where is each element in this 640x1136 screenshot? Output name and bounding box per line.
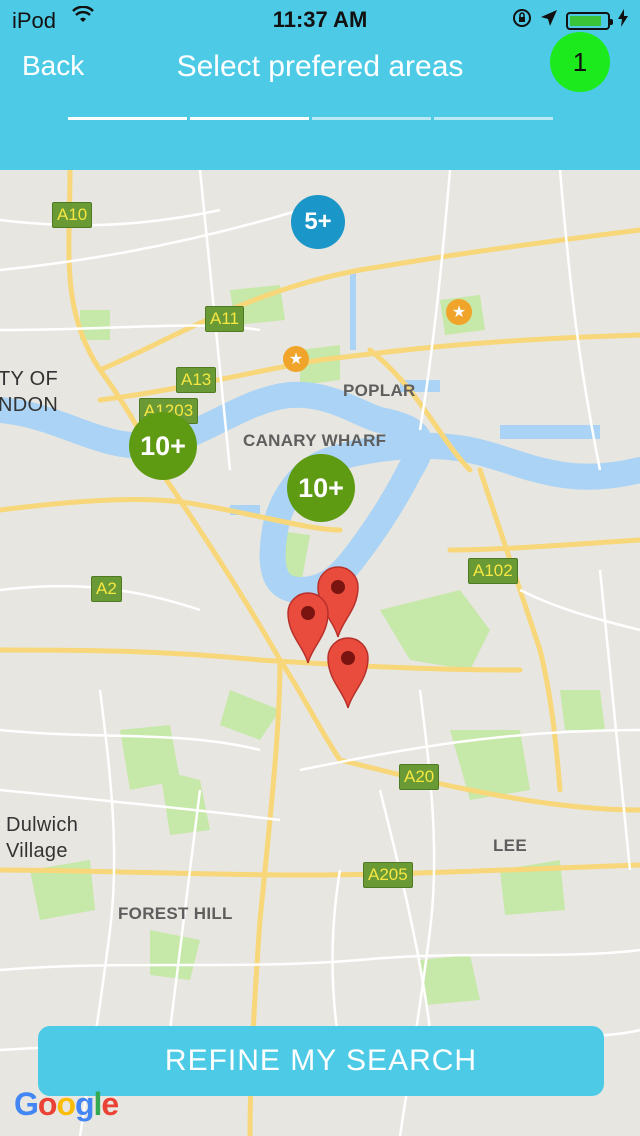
- google-letter: g: [74, 1086, 95, 1122]
- map-pin-icon[interactable]: [286, 591, 330, 665]
- map-cluster-blue[interactable]: 5+: [291, 195, 345, 249]
- road-label-a13: A13: [176, 367, 217, 393]
- google-logo: Google: [14, 1086, 119, 1123]
- progress-step: [312, 117, 431, 120]
- progress-step: [68, 117, 187, 120]
- road-label-a102: A102: [468, 558, 518, 584]
- lock-rotation-icon: [512, 8, 532, 33]
- google-letter: e: [101, 1086, 119, 1122]
- map-pin-icon[interactable]: [326, 636, 370, 710]
- selection-count-badge[interactable]: 1: [550, 32, 610, 92]
- nav-bar: Back Select prefered areas 1: [0, 32, 640, 100]
- status-bar: iPod 11:37 AM: [0, 0, 640, 40]
- map-cluster-green[interactable]: 10+: [129, 412, 197, 480]
- road-label-a2: A2: [91, 576, 122, 602]
- google-letter: G: [14, 1086, 39, 1122]
- star-icon[interactable]: ★: [446, 299, 472, 325]
- battery-icon: [566, 11, 613, 30]
- place-forest-hill: FOREST HILL: [118, 904, 233, 923]
- place-lee: LEE: [493, 836, 527, 855]
- map-view[interactable]: A10 A11 A13 A1203 A2 A102 A20 A205 TY OF…: [0, 170, 640, 1136]
- status-icons: [512, 8, 628, 33]
- place-city-of-london: TY OF NDON: [0, 368, 59, 416]
- google-letter: o: [56, 1086, 76, 1122]
- step-progress: [68, 117, 553, 120]
- place-poplar: POPLAR: [343, 381, 416, 400]
- progress-step: [190, 117, 309, 120]
- page-title: Select prefered areas: [176, 50, 464, 83]
- place-canary-wharf: CANARY WHARF: [243, 431, 387, 450]
- charging-icon: [618, 9, 628, 32]
- star-icon[interactable]: ★: [283, 346, 309, 372]
- google-letter: o: [37, 1086, 58, 1122]
- road-label-a10: A10: [52, 202, 93, 228]
- road-label-a205: A205: [363, 862, 413, 888]
- map-cluster-green[interactable]: 10+: [287, 454, 355, 522]
- progress-step: [434, 117, 553, 120]
- location-arrow-icon: [540, 9, 558, 32]
- road-label-a11: A11: [205, 306, 244, 332]
- road-label-a20: A20: [399, 764, 440, 790]
- header: iPod 11:37 AM Back Select prefered areas…: [0, 0, 640, 170]
- refine-search-button[interactable]: REFINE MY SEARCH: [38, 1026, 604, 1096]
- place-dulwich-village: Dulwich Village: [6, 814, 79, 862]
